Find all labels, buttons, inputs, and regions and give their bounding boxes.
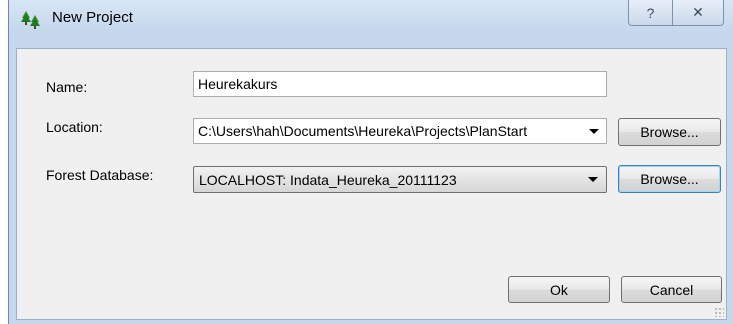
forest-database-browse-button[interactable]: Browse... [618, 165, 721, 193]
forest-tree-icon [21, 11, 40, 29]
cancel-button[interactable]: Cancel [621, 276, 722, 303]
location-combobox[interactable]: C:\Users\hah\Documents\Heureka\Projects\… [193, 118, 607, 144]
help-button[interactable]: ? [628, 0, 673, 26]
location-browse-label: Browse... [640, 124, 699, 140]
location-label: Location: [46, 119, 103, 135]
window-title: New Project [52, 9, 133, 26]
close-icon: ✕ [692, 4, 704, 20]
ok-button[interactable]: Ok [508, 276, 610, 303]
name-input-value: Heurekakurs [198, 76, 278, 92]
resize-grip[interactable] [714, 307, 724, 317]
close-button[interactable]: ✕ [672, 0, 724, 26]
forest-database-value: LOCALHOST: Indata_Heureka_20111123 [199, 171, 457, 188]
title-bar[interactable]: New Project ? ✕ [9, 0, 733, 32]
location-combobox-value: C:\Users\hah\Documents\Heureka\Projects\… [198, 123, 528, 139]
name-label: Name: [46, 79, 88, 95]
chevron-down-icon[interactable] [588, 177, 598, 182]
forest-database-select[interactable]: LOCALHOST: Indata_Heureka_20111123 [193, 166, 607, 193]
ok-button-label: Ok [550, 281, 568, 298]
name-input[interactable]: Heurekakurs [193, 71, 607, 97]
forest-database-label: Forest Database: [46, 167, 154, 183]
cancel-button-label: Cancel [649, 281, 694, 298]
new-project-dialog: New Project ? ✕ Name: Heurekakurs Locati… [8, 0, 733, 324]
chevron-down-icon[interactable] [589, 129, 599, 134]
location-browse-button[interactable]: Browse... [618, 118, 721, 146]
help-icon: ? [646, 4, 655, 21]
forest-database-browse-label: Browse... [640, 171, 699, 187]
dialog-body: Name: Heurekakurs Location: C:\Users\hah… [16, 48, 727, 320]
